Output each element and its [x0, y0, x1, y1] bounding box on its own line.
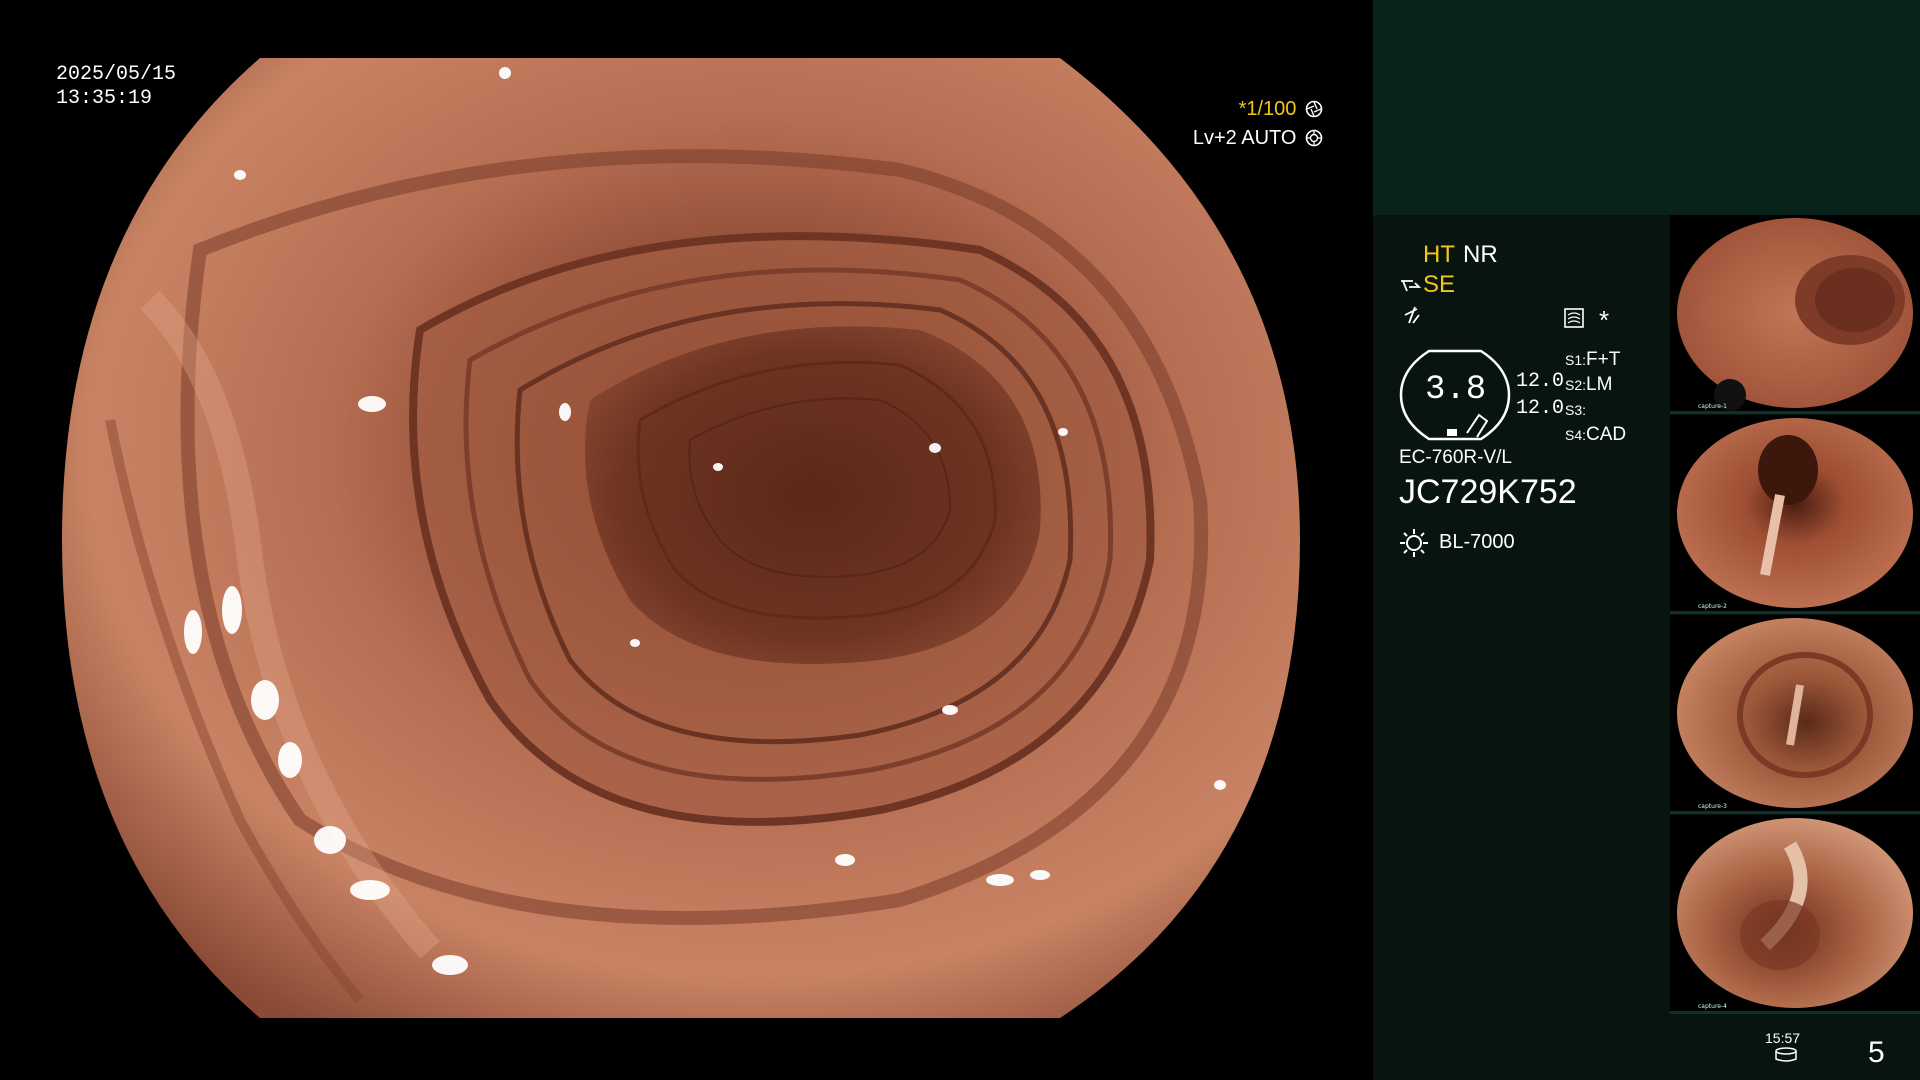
aperture-icon	[1305, 100, 1323, 118]
level-text: Lv+2	[1192, 127, 1237, 149]
switch-value: CAD	[1586, 424, 1627, 445]
captured-images-column: capture-1 capture-2 capture-3 capture-4	[1670, 215, 1920, 1015]
shutter-readout: *1/100	[1239, 98, 1323, 121]
switch-key: S2:	[1565, 377, 1587, 393]
scope-serial: JC729K752	[1399, 473, 1577, 511]
switch-key: S4:	[1565, 427, 1587, 443]
switch-key: S3:	[1565, 402, 1587, 418]
endoscopy-image	[62, 58, 1300, 1018]
se-label: SE	[1423, 271, 1456, 298]
star-indicator: *	[1599, 305, 1610, 335]
date-text: 2025/05/15	[56, 63, 177, 86]
side-panel-header-area	[1373, 0, 1920, 215]
storage-icon	[1775, 1047, 1797, 1062]
iris-mode-text: AUTO	[1241, 127, 1297, 149]
value-1: 12.0	[1516, 370, 1565, 393]
zoom-value: 3.8	[1425, 371, 1487, 409]
thumbnail-image	[1677, 818, 1913, 1008]
shutter-text: *1/100	[1238, 98, 1297, 120]
time-text: 13:35:19	[56, 87, 153, 110]
switch-row: S3:	[1565, 399, 1626, 424]
light-source: BL-7000	[1439, 531, 1515, 553]
ht-label: HT	[1423, 241, 1455, 268]
thumbnail-image	[1677, 418, 1913, 608]
thumbnail-image	[1677, 218, 1913, 411]
scope-model: EC-760R-V/L	[1399, 447, 1512, 468]
date-time-overlay: 2025/05/15 13:35:19	[56, 63, 176, 111]
thumbnail-caption: capture-2	[1698, 603, 1727, 610]
image-mode-icon	[1564, 308, 1584, 328]
switch-key: S1:	[1565, 352, 1587, 368]
image-count: 5	[1868, 1036, 1885, 1069]
color-mode-icon	[1404, 306, 1420, 324]
iris-icon	[1305, 129, 1323, 147]
value-2: 12.0	[1516, 397, 1565, 420]
exposure-readout: Lv+2 AUTO	[1193, 127, 1323, 150]
main-endoscope-view: 2025/05/15 13:35:19 *1/100 Lv+2 AUTO	[0, 0, 1373, 1080]
thumbnail-image	[1677, 618, 1913, 808]
switch-assignments: S1:F+T S2:LM S3: S4:CAD	[1565, 349, 1626, 449]
captured-thumbnail[interactable]: capture-1	[1670, 215, 1920, 414]
thumbnail-caption: capture-1	[1698, 403, 1727, 410]
captured-thumbnail[interactable]: capture-4	[1670, 815, 1920, 1014]
switch-row: S4:CAD	[1565, 424, 1626, 449]
lamp-icon	[1400, 529, 1428, 557]
side-panel: HT NR SE * 3.8 12.0 12.0 S1:F+T S2:LM S3…	[1373, 0, 1920, 1080]
switch-row: S2:LM	[1565, 374, 1626, 399]
nr-label: NR	[1463, 241, 1498, 268]
captured-thumbnail[interactable]: capture-2	[1670, 415, 1920, 614]
structure-enhance-icon	[1401, 280, 1422, 292]
storage-counter: 15:57	[1765, 1030, 1801, 1046]
switch-value: LM	[1586, 374, 1613, 395]
switch-row: S1:F+T	[1565, 349, 1626, 374]
settings-info: HT NR SE * 3.8 12.0 12.0 S1:F+T S2:LM S3…	[1373, 215, 1670, 1080]
thumbnail-caption: capture-3	[1698, 803, 1727, 810]
captured-thumbnail[interactable]: capture-3	[1670, 615, 1920, 814]
switch-value: F+T	[1586, 349, 1621, 370]
thumbnail-caption: capture-4	[1698, 1003, 1727, 1010]
